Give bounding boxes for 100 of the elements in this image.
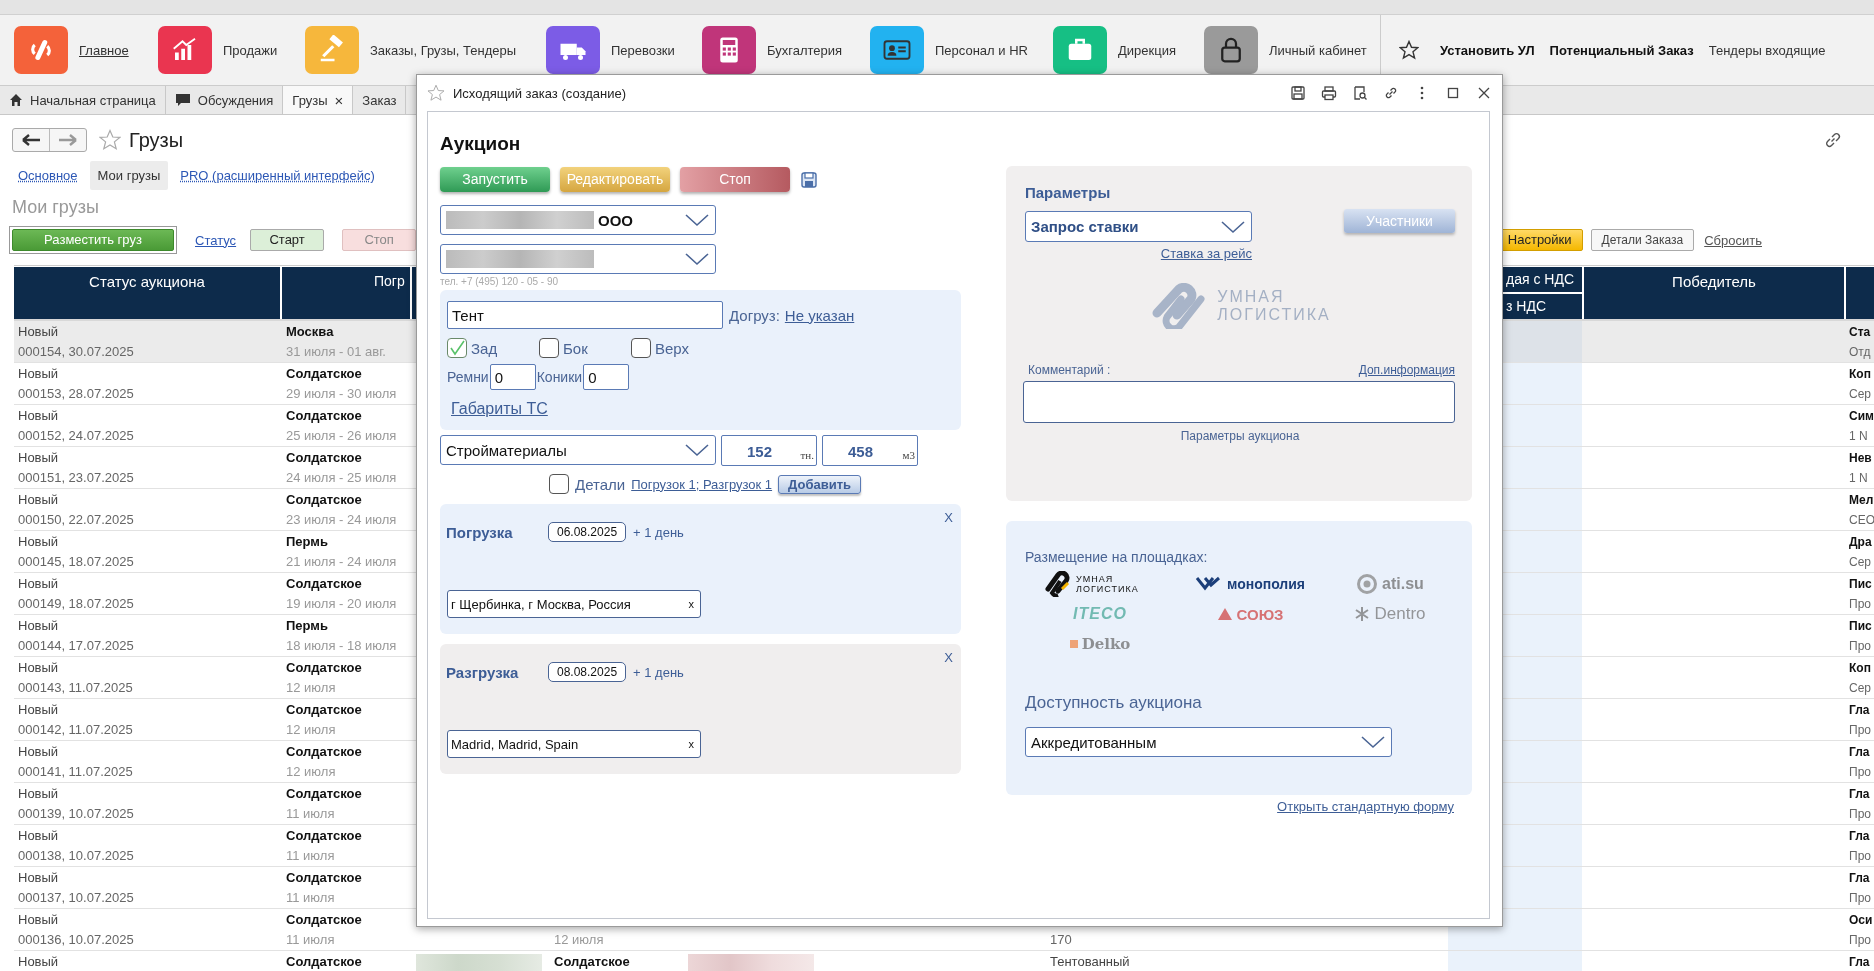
cell-text: Про (1849, 890, 1871, 907)
address-field[interactable]: г Щербинка, г Москва, Россия x (447, 590, 701, 618)
tab-label: Грузы (292, 92, 328, 108)
nav-link[interactable]: Установить УЛ (1440, 42, 1535, 58)
link[interactable]: Погрузок 1; Разгрузок 1 (631, 476, 773, 492)
nav-link[interactable]: Бухгалтерия (767, 42, 843, 58)
cell-text: Солдатское (286, 869, 362, 887)
add-button[interactable]: Добавить (778, 474, 862, 494)
cell-text: Мел (1849, 492, 1874, 509)
nav-link[interactable]: Потенциальный Заказ (1549, 42, 1694, 58)
nav-link[interactable]: Личный кабинет (1269, 42, 1367, 58)
company-dropdown[interactable]: ООО (440, 205, 716, 235)
subtab[interactable]: PRO (расширенный интерфейс) (180, 167, 375, 183)
star-icon[interactable] (1399, 40, 1419, 60)
header-cell[interactable]: Погр (282, 267, 410, 319)
close-button[interactable]: × (334, 91, 344, 109)
date-field[interactable]: 06.08.2025 (548, 522, 627, 542)
nav-link[interactable]: Дирекция (1118, 42, 1176, 58)
link-icon[interactable] (1824, 131, 1842, 149)
input-field[interactable]: 0 (489, 364, 536, 390)
link[interactable]: Открыть стандартную форму (1277, 799, 1454, 814)
cell-text: Солдатское (286, 743, 362, 761)
cell-text: Новый (18, 491, 59, 509)
cell-text: Сер (1849, 386, 1871, 403)
unit-label: тн. (800, 448, 814, 463)
close-icon[interactable] (1476, 85, 1492, 101)
contact-dropdown[interactable] (440, 244, 716, 274)
print-icon[interactable] (1321, 85, 1337, 101)
availability-dropdown[interactable]: Аккредитованным (1025, 727, 1392, 757)
nav-link[interactable]: Продажи (223, 42, 278, 58)
cell-text: Дра (1849, 534, 1872, 551)
input-field[interactable]: 458 м3 (822, 435, 918, 466)
platform-logo-text[interactable]: УМНАЯ ЛОГИСТИКА (1076, 574, 1158, 594)
nav-link[interactable]: Главное (79, 42, 129, 58)
cell-text: Солдатское (286, 449, 362, 467)
tab-label: Начальная страница (30, 92, 156, 108)
link[interactable]: Сбросить (1704, 232, 1762, 248)
button[interactable]: Старт (250, 229, 325, 251)
cell-text: Тентованный (1050, 953, 1130, 971)
table-row[interactable]: Новый Солдатское Солдатское Тентованный Гла (14, 951, 1874, 971)
clear-button[interactable]: x (688, 738, 694, 750)
link[interactable]: Статус (195, 232, 237, 248)
link[interactable]: Доп.информация (1358, 363, 1455, 377)
maximize-icon[interactable] (1445, 85, 1461, 101)
cell-text: Солдатское (286, 575, 362, 593)
id-card-icon[interactable] (870, 26, 924, 74)
nav-link[interactable]: Заказы, Грузы, Тендеры (370, 42, 517, 58)
checkbox[interactable] (447, 338, 467, 358)
clip-logo-icon[interactable] (14, 26, 68, 74)
save-icon[interactable] (1290, 85, 1306, 101)
tab[interactable]: Начальная страница (0, 86, 166, 114)
clear-button[interactable]: x (688, 598, 694, 610)
close-button[interactable]: X (944, 510, 953, 525)
checkbox[interactable] (631, 338, 651, 358)
preview-icon[interactable] (1352, 85, 1368, 101)
header-cell[interactable]: Победитель (1584, 267, 1844, 319)
comment-field[interactable] (1023, 381, 1455, 423)
cell-text: Гла (1849, 702, 1870, 719)
tab[interactable]: Грузы × (283, 86, 354, 114)
cell-text: Новый (18, 659, 59, 677)
link[interactable]: Ставка за рейс (1160, 246, 1252, 261)
close-button[interactable]: X (944, 650, 953, 665)
cargo-dropdown[interactable]: Стройматериалы (440, 435, 716, 465)
nav-link[interactable]: Тендеры входящие (1708, 42, 1826, 58)
lock-icon[interactable] (1204, 26, 1258, 74)
cell-text: Нев (1849, 450, 1872, 467)
calculator-icon[interactable] (702, 26, 756, 74)
checkbox[interactable] (539, 338, 559, 358)
subtab[interactable]: Мои грузы (89, 160, 169, 190)
button[interactable]: Детали Заказа (1590, 229, 1695, 251)
section-label: Погрузка (446, 523, 514, 541)
platform-logo-text[interactable]: монополия (1226, 576, 1306, 592)
briefcase-icon[interactable] (1053, 26, 1107, 74)
rate-type-dropdown[interactable]: Запрос ставки (1025, 211, 1252, 242)
link[interactable]: Габариты ТС (451, 400, 548, 418)
subtab[interactable]: Основное (18, 167, 78, 183)
chevron-down-icon (1361, 735, 1385, 749)
cell-text: Пис (1849, 618, 1872, 635)
nav-link[interactable]: Персонал и HR (935, 42, 1028, 58)
star-icon[interactable] (427, 84, 445, 102)
tab[interactable]: Заказ (353, 86, 407, 114)
link[interactable]: Не указан (784, 306, 855, 324)
link-icon[interactable] (1383, 85, 1399, 101)
save-icon[interactable] (800, 170, 818, 189)
nav-link[interactable]: Перевозки (611, 42, 675, 58)
cell-text: 000151, 23.07.2025 (18, 469, 134, 487)
cell-text: Солдатское (286, 365, 362, 383)
cell-text: Солдатское (286, 701, 362, 719)
header-cell[interactable] (1846, 267, 1874, 319)
input-field[interactable]: Тент (447, 301, 723, 329)
checkbox[interactable] (549, 474, 569, 494)
cell-text: Солдатское (286, 659, 362, 677)
address-field[interactable]: Madrid, Madrid, Spain x (447, 730, 701, 758)
header-cell[interactable]: Статус аукциона (14, 267, 280, 319)
star-icon[interactable] (99, 129, 121, 151)
date-field[interactable]: 08.08.2025 (548, 662, 627, 682)
input-field[interactable]: 0 (583, 364, 630, 390)
chart-icon[interactable] (158, 26, 212, 74)
input-field[interactable]: 152 тн. (721, 435, 817, 466)
truck-icon[interactable] (546, 26, 600, 74)
